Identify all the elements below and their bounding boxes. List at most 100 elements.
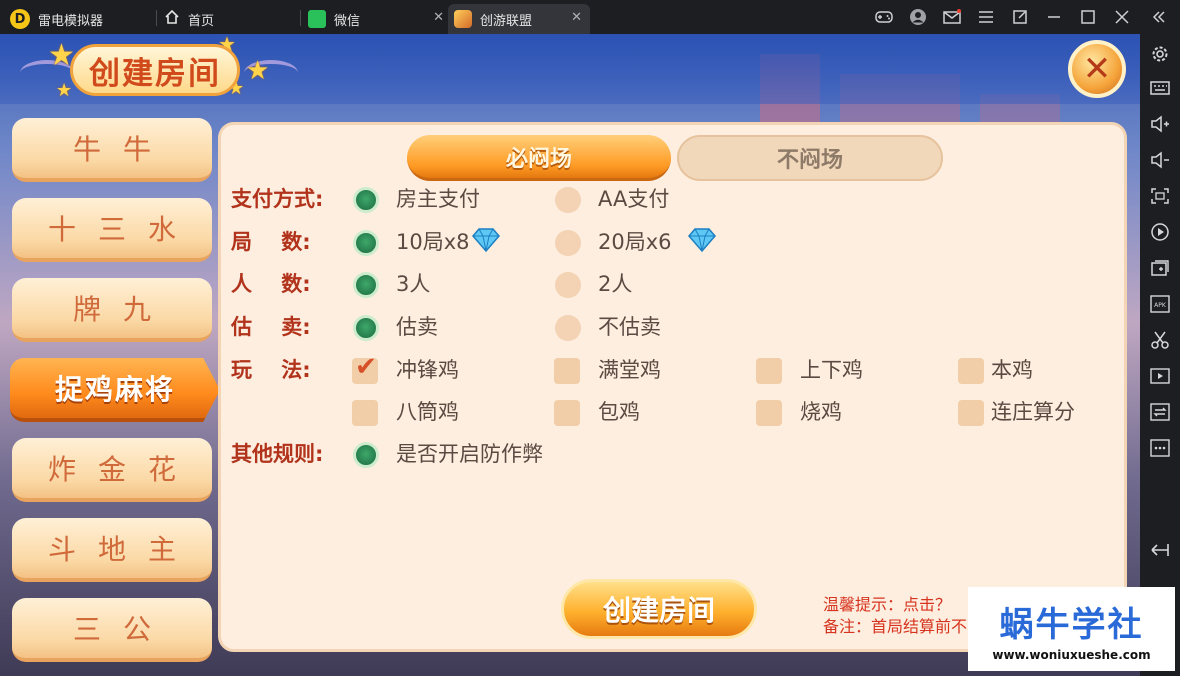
tab-game[interactable]: 创游联盟 ✕	[448, 4, 590, 34]
tab-app[interactable]: D 雷电模拟器	[10, 4, 150, 34]
sync-icon[interactable]	[1150, 402, 1170, 422]
play-mantangji-checkbox[interactable]	[554, 358, 580, 384]
multi-window-icon[interactable]	[1150, 258, 1170, 278]
back-icon[interactable]	[1150, 540, 1170, 560]
more-options-icon[interactable]	[1150, 438, 1170, 458]
game-screen: ★ ★ ★ ★ ★ 创建房间 ✕ 牛牛 十三水 牌九 捉鸡麻将 炸金花 斗地主 …	[0, 34, 1140, 676]
video-icon[interactable]	[1150, 366, 1170, 386]
app-name: 雷电模拟器	[38, 13, 104, 29]
keyboard-icon[interactable]	[1150, 78, 1170, 98]
collapse-sidebar-icon[interactable]	[1150, 8, 1168, 26]
sell-no-label: 不估卖	[598, 315, 661, 339]
menu-item-niuniu[interactable]: 牛牛	[12, 118, 212, 182]
menu-item-zhajinhua[interactable]: 炸金花	[12, 438, 212, 502]
rounds-10-radio[interactable]	[353, 230, 379, 256]
players-label: 人 数:	[231, 272, 311, 296]
tip-text: 温馨提示：点击？	[823, 595, 952, 614]
pay-owner-label: 房主支付	[396, 187, 480, 211]
home-icon	[164, 9, 180, 29]
play-option-label: 冲锋鸡	[396, 358, 459, 382]
star-icon: ★	[56, 80, 73, 101]
tab-bumen[interactable]: 不闷场	[677, 135, 943, 181]
play-option-label: 本鸡	[991, 358, 1033, 382]
play-baoji-checkbox[interactable]	[554, 400, 580, 426]
apk-install-icon[interactable]: APK	[1150, 294, 1170, 314]
play-batongji-checkbox[interactable]	[352, 400, 378, 426]
wechat-icon	[308, 10, 326, 28]
players-2-label: 2人	[598, 272, 633, 296]
sell-no-radio[interactable]	[555, 315, 581, 341]
sell-yes-label: 估卖	[396, 315, 438, 339]
play-option-label: 满堂鸡	[598, 358, 661, 382]
title-bar: D 雷电模拟器 首页 微信 ✕ 创游联盟 ✕	[0, 0, 1180, 34]
watermark: 蜗牛学社 www.woniuxueshe.com	[968, 587, 1175, 671]
watermark-url: www.woniuxueshe.com	[992, 647, 1151, 662]
close-x-icon: ✕	[1082, 49, 1112, 89]
rounds-label: 局 数:	[231, 230, 311, 254]
screenshot-icon[interactable]	[1150, 186, 1170, 206]
tab-label: 首页	[188, 13, 215, 29]
sell-yes-radio[interactable]	[353, 315, 379, 341]
volume-down-icon[interactable]	[1150, 150, 1170, 170]
menu-icon[interactable]	[977, 8, 995, 26]
gamepad-icon[interactable]	[875, 8, 893, 26]
rounds-20-radio[interactable]	[555, 230, 581, 256]
play-option-label: 上下鸡	[800, 358, 863, 382]
play-shaoji-checkbox[interactable]	[756, 400, 782, 426]
create-room-button[interactable]: 创建房间	[561, 579, 757, 639]
pay-owner-radio[interactable]	[353, 187, 379, 213]
popout-icon[interactable]	[1011, 8, 1029, 26]
play-option-label: 包鸡	[598, 400, 640, 424]
menu-item-zhuojimajiang[interactable]: 捉鸡麻将	[10, 358, 220, 422]
emulator-toolbar: APK	[1140, 34, 1180, 676]
tab-label: 创游联盟	[480, 13, 533, 29]
pay-label: 支付方式:	[231, 187, 324, 211]
diamond-icon	[472, 228, 500, 253]
close-dialog-button[interactable]: ✕	[1068, 40, 1126, 98]
tab-wechat[interactable]: 微信 ✕	[308, 4, 448, 34]
close-tab-icon[interactable]: ✕	[433, 11, 444, 25]
other-rules-label: 其他规则:	[231, 442, 324, 466]
watermark-title: 蜗牛学社	[999, 604, 1144, 645]
menu-item-sangong[interactable]: 三公	[12, 598, 212, 662]
players-3-label: 3人	[396, 272, 431, 296]
volume-up-icon[interactable]	[1150, 114, 1170, 134]
maximize-icon[interactable]	[1079, 8, 1097, 26]
pay-aa-label: AA支付	[598, 187, 670, 211]
game-app-icon	[454, 10, 472, 28]
play-option-label: 烧鸡	[800, 400, 842, 424]
play-option-label: 八筒鸡	[396, 400, 459, 424]
anti-cheat-label: 是否开启防作弊	[396, 442, 543, 466]
note-text: 备注：首局结算前不	[823, 617, 968, 636]
rounds-20-label: 20局x6	[598, 230, 672, 254]
rules-panel: 必闷场 不闷场 支付方式: 房主支付 AA支付 局 数: 10局x8 20局x6…	[218, 122, 1127, 652]
tab-bimen[interactable]: 必闷场	[407, 135, 671, 181]
menu-item-doudizhu[interactable]: 斗地主	[12, 518, 212, 582]
star-icon: ★	[246, 56, 270, 86]
players-2-radio[interactable]	[555, 272, 581, 298]
diamond-icon	[688, 228, 716, 253]
players-3-radio[interactable]	[353, 272, 379, 298]
close-tab-icon[interactable]: ✕	[571, 11, 582, 25]
user-avatar-icon[interactable]	[909, 8, 927, 26]
play-benji-checkbox[interactable]	[958, 358, 984, 384]
svg-text:APK: APK	[1154, 302, 1167, 309]
settings-gear-icon[interactable]	[1150, 44, 1170, 64]
play-shangxiaji-checkbox[interactable]	[756, 358, 782, 384]
play-option-label: 连庄算分	[991, 400, 1075, 424]
mail-icon[interactable]	[943, 8, 961, 26]
rounds-10-label: 10局x8	[396, 230, 470, 254]
menu-item-paijiu[interactable]: 牌九	[12, 278, 212, 342]
anti-cheat-radio[interactable]	[353, 442, 379, 468]
page-title: 创建房间	[70, 44, 240, 96]
close-window-icon[interactable]	[1113, 8, 1131, 26]
record-icon[interactable]	[1150, 222, 1170, 242]
menu-item-shisanshui[interactable]: 十三水	[12, 198, 212, 262]
tab-home[interactable]: 首页	[164, 4, 294, 34]
play-lianzhuang-checkbox[interactable]	[958, 400, 984, 426]
scissors-icon[interactable]	[1150, 330, 1170, 350]
checkmark-icon: ✔	[355, 352, 377, 382]
minimize-icon[interactable]	[1045, 8, 1063, 26]
pay-aa-radio[interactable]	[555, 187, 581, 213]
play-chongfengji-checkbox[interactable]: ✔	[352, 352, 378, 384]
